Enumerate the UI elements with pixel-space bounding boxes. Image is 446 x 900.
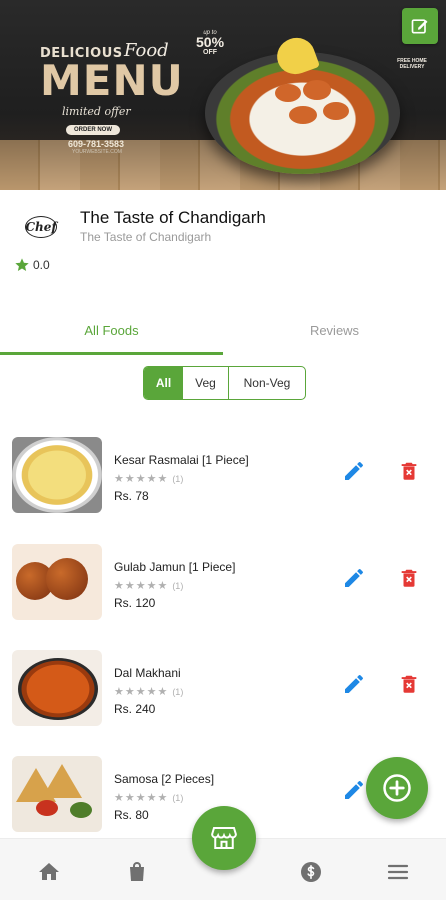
banner-phone: 609-781-3583 bbox=[68, 139, 125, 149]
food-item[interactable]: Kesar Rasmalai [1 Piece] ★★★★★ (1) Rs. 78 bbox=[0, 437, 446, 527]
chutney-bowl bbox=[36, 800, 58, 816]
samosa-piece bbox=[42, 764, 82, 798]
banner-food-bowl bbox=[205, 32, 400, 174]
store-icon bbox=[211, 827, 237, 849]
tab-all-foods[interactable]: All Foods bbox=[0, 305, 223, 355]
food-stars: ★★★★★ (1) bbox=[114, 685, 183, 698]
chutney-bowl bbox=[70, 802, 92, 818]
pencil-icon[interactable] bbox=[342, 459, 366, 483]
food-rating-count: (1) bbox=[172, 793, 184, 803]
trash-icon[interactable] bbox=[398, 672, 420, 696]
nav-home[interactable] bbox=[36, 859, 62, 885]
food-image bbox=[12, 650, 102, 726]
food-item[interactable]: Gulab Jamun [1 Piece] ★★★★★ (1) Rs. 120 bbox=[0, 544, 446, 634]
pencil-icon[interactable] bbox=[342, 672, 366, 696]
banner-delivery-note: FREE HOME DELIVERY bbox=[397, 58, 427, 70]
banner-shrimp bbox=[289, 106, 317, 124]
star-icon bbox=[15, 258, 29, 271]
food-price: Rs. 80 bbox=[114, 808, 149, 822]
home-icon bbox=[39, 863, 59, 880]
banner-offer-value: 50% bbox=[196, 34, 225, 50]
menu-icon bbox=[387, 864, 409, 880]
edit-square-icon bbox=[411, 19, 428, 34]
food-price: Rs. 240 bbox=[114, 702, 156, 716]
banner-shrimp bbox=[275, 84, 301, 102]
food-name: Samosa [2 Pieces] bbox=[114, 772, 215, 786]
filter-all[interactable]: All bbox=[144, 367, 183, 399]
banner-shrimp bbox=[323, 102, 349, 120]
food-stars: ★★★★★ (1) bbox=[114, 579, 183, 592]
banner-website: YOURWEBSITE.COM bbox=[72, 149, 122, 155]
trash-icon[interactable] bbox=[398, 566, 420, 590]
add-food-button[interactable] bbox=[366, 757, 428, 819]
star-icons: ★★★★★ bbox=[114, 686, 169, 698]
food-name: Dal Makhani bbox=[114, 666, 181, 680]
food-price: Rs. 120 bbox=[114, 596, 156, 610]
food-name: Kesar Rasmalai [1 Piece] bbox=[114, 453, 249, 467]
food-rating-count: (1) bbox=[172, 474, 184, 484]
food-image bbox=[12, 756, 102, 832]
restaurant-logo: Chef bbox=[18, 204, 64, 250]
food-image bbox=[12, 437, 102, 513]
restaurant-subtitle: The Taste of Chandigarh bbox=[80, 230, 212, 244]
restaurant-rating: 0.0 bbox=[14, 257, 50, 273]
plus-circle-icon bbox=[383, 774, 411, 802]
banner-shrimp bbox=[303, 80, 331, 100]
nav-earnings[interactable] bbox=[298, 859, 324, 885]
trash-icon[interactable] bbox=[398, 459, 420, 483]
banner-offer-suffix: OFF bbox=[203, 49, 218, 56]
tab-reviews[interactable]: Reviews bbox=[223, 305, 446, 355]
food-stars: ★★★★★ (1) bbox=[114, 791, 183, 804]
edit-banner-button[interactable] bbox=[402, 8, 438, 44]
pencil-icon[interactable] bbox=[342, 566, 366, 590]
food-name: Gulab Jamun [1 Piece] bbox=[114, 560, 236, 574]
restaurant-screen: DELICIOUS Food MENU limited offer ORDER … bbox=[0, 0, 446, 900]
restaurant-header: Chef The Taste of Chandigarh The Taste o… bbox=[0, 190, 446, 290]
food-rating-count: (1) bbox=[172, 581, 184, 591]
dollar-icon bbox=[301, 862, 321, 882]
content-tabs: All Foods Reviews bbox=[0, 305, 446, 355]
pencil-icon[interactable] bbox=[342, 778, 366, 802]
food-rating-count: (1) bbox=[172, 687, 184, 697]
dal-pot bbox=[18, 658, 98, 720]
star-icons: ★★★★★ bbox=[114, 473, 169, 485]
restaurant-logo-text: Chef bbox=[25, 216, 57, 238]
banner-order-badge: ORDER NOW bbox=[66, 125, 120, 135]
nav-menu[interactable] bbox=[385, 859, 411, 885]
food-stars: ★★★★★ (1) bbox=[114, 472, 183, 485]
food-price: Rs. 78 bbox=[114, 489, 149, 503]
banner-promo: DELICIOUS Food MENU limited offer ORDER … bbox=[40, 40, 200, 155]
restaurant-name: The Taste of Chandigarh bbox=[80, 208, 266, 227]
restaurant-rating-value: 0.0 bbox=[33, 258, 50, 272]
food-image bbox=[12, 544, 102, 620]
nav-orders[interactable] bbox=[124, 859, 150, 885]
food-item[interactable]: Dal Makhani ★★★★★ (1) Rs. 240 bbox=[0, 650, 446, 740]
star-icons: ★★★★★ bbox=[114, 792, 169, 804]
restaurant-banner: DELICIOUS Food MENU limited offer ORDER … bbox=[0, 0, 446, 190]
filter-veg[interactable]: Veg bbox=[183, 367, 229, 399]
gulab-jamun-ball bbox=[46, 558, 88, 600]
food-type-filter: All Veg Non-Veg bbox=[143, 366, 306, 400]
star-icons: ★★★★★ bbox=[114, 580, 169, 592]
banner-offer: up to 50% OFF bbox=[196, 30, 224, 56]
filter-non-veg[interactable]: Non-Veg bbox=[229, 367, 305, 399]
shopping-bag-icon bbox=[130, 862, 144, 881]
nav-store-button[interactable] bbox=[192, 806, 256, 870]
